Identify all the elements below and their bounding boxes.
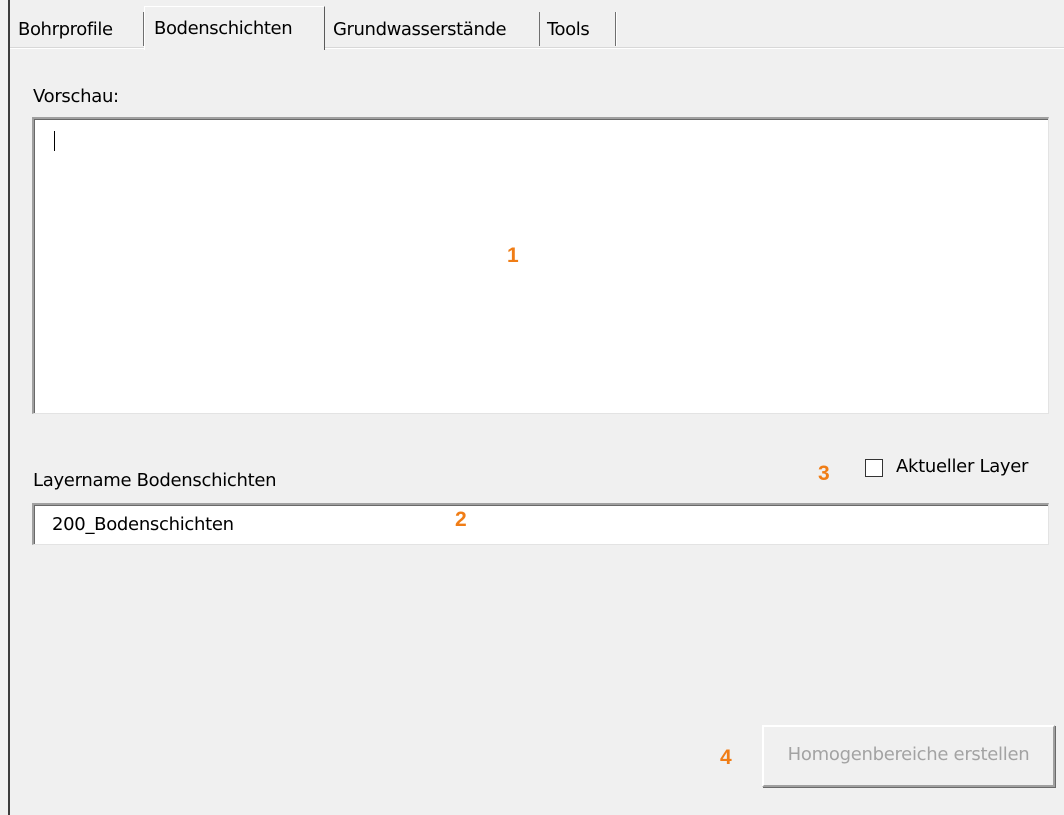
- layer-name-input[interactable]: 200_Bodenschichten: [32, 503, 1049, 545]
- preview-label: Vorschau:: [33, 86, 119, 107]
- create-homogeneous-areas-button[interactable]: Homogenbereiche erstellen: [762, 725, 1055, 787]
- tab-grundwasserstaende[interactable]: Grundwasserstände: [327, 12, 540, 46]
- tab-tools[interactable]: Tools: [540, 12, 616, 46]
- text-caret: [54, 131, 55, 151]
- marker-2: 2: [455, 508, 467, 531]
- current-layer-label[interactable]: Aktueller Layer: [896, 456, 1028, 477]
- layer-name-label: Layername Bodenschichten: [33, 470, 277, 491]
- marker-1: 1: [507, 244, 519, 267]
- marker-3: 3: [818, 462, 830, 485]
- preview-textarea[interactable]: [32, 117, 1049, 414]
- tab-bodenschichten[interactable]: Bodenschichten: [144, 6, 325, 50]
- bodenschichten-panel: Bohrprofile Bodenschichten Grundwasserst…: [0, 0, 1064, 815]
- tab-bohrprofile[interactable]: Bohrprofile: [12, 12, 144, 46]
- window-left-border: [8, 0, 10, 815]
- tab-strip: Bohrprofile Bodenschichten Grundwasserst…: [10, 0, 1064, 50]
- marker-4: 4: [720, 746, 732, 769]
- current-layer-checkbox[interactable]: [865, 459, 883, 477]
